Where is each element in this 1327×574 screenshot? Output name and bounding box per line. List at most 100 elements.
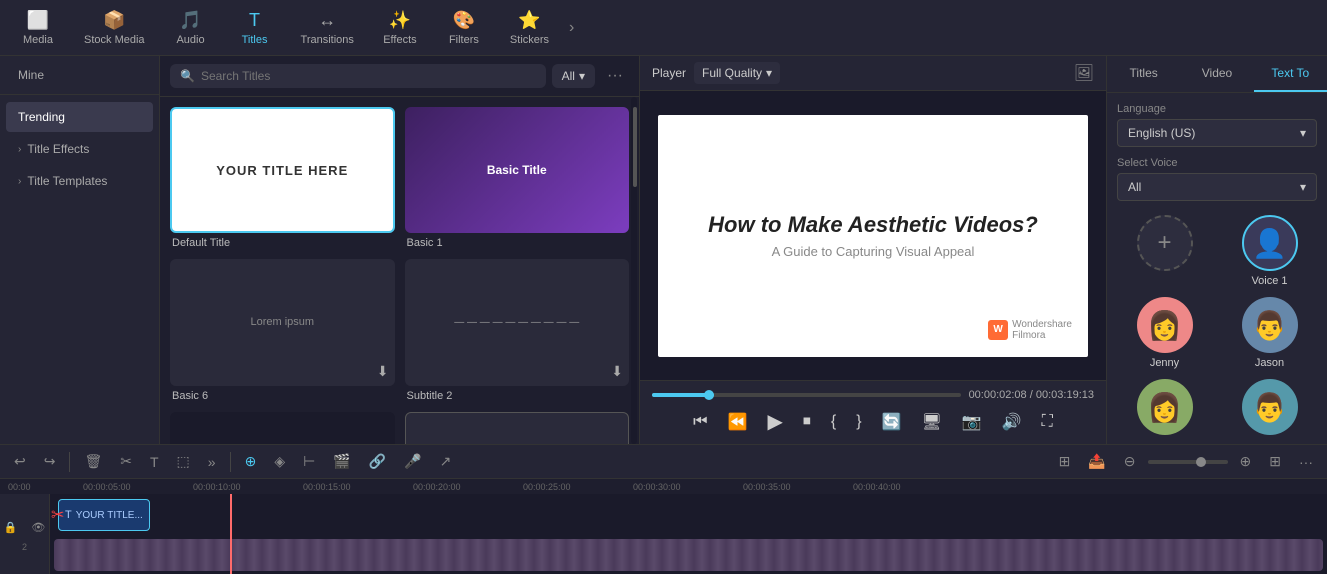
tab-titles[interactable]: Titles — [1107, 56, 1180, 92]
link-button[interactable]: 🔗 — [363, 449, 392, 474]
track-eye-button[interactable]: 👁 — [25, 517, 51, 538]
tool-effects[interactable]: ✨ Effects — [370, 6, 430, 50]
grid-view-button[interactable]: ⊞ — [1263, 449, 1287, 474]
playhead[interactable] — [230, 494, 232, 574]
voice-card-v4[interactable]: 👨 — [1222, 379, 1317, 439]
player-header-icons: 🖼 — [1074, 63, 1094, 83]
title-card-default[interactable]: YOUR TITLE HERE Default Title — [170, 107, 395, 249]
transitions-icon: ↔ — [318, 10, 336, 31]
zoom-in-button[interactable]: ⊕ — [1234, 449, 1258, 474]
filters-label: Filters — [449, 34, 479, 46]
sidebar-item-trending[interactable]: Trending — [6, 102, 153, 132]
scene-detect-button[interactable]: ⊞ — [1053, 449, 1077, 474]
tool-audio[interactable]: 🎵 Audio — [161, 6, 221, 50]
left-panel-items: Trending › Title Effects › Title Templat… — [0, 95, 159, 203]
title-effects-label: Title Effects — [27, 142, 89, 156]
sidebar-item-title-effects[interactable]: › Title Effects — [6, 134, 153, 164]
basic1-thumb-img: Basic Title — [405, 107, 630, 233]
voice-card-jenny[interactable]: 👩 Jenny — [1117, 297, 1212, 369]
filter-dropdown[interactable]: All ▾ — [552, 64, 595, 88]
media-icon: ⬜ — [27, 10, 49, 31]
effects-label: Effects — [383, 34, 416, 46]
redo-button[interactable]: ↪ — [38, 449, 62, 474]
zoom-out-button[interactable]: ⊖ — [1118, 449, 1142, 474]
tool-filters[interactable]: 🎨 Filters — [434, 6, 494, 50]
mark-out-button[interactable]: } — [854, 411, 863, 433]
tool-titles[interactable]: T Titles — [225, 6, 285, 50]
voice1-name: Voice 1 — [1251, 275, 1287, 287]
expand-toolbar-icon[interactable]: › — [569, 19, 574, 37]
sidebar-item-title-templates[interactable]: › Title Templates — [6, 166, 153, 196]
titles-icon: T — [249, 10, 260, 31]
title-thumb-basic6: Lorem ipsum ⬇ — [170, 259, 395, 385]
mark-in-button[interactable]: { — [829, 411, 838, 433]
more-options-button[interactable]: ··· — [1293, 450, 1319, 474]
fullscreen-button[interactable]: ⛶ — [1040, 411, 1055, 433]
split-button[interactable]: ⊢ — [297, 449, 321, 474]
voice-card-jason[interactable]: 👨 Jason — [1222, 297, 1317, 369]
mine-button[interactable]: Mine — [10, 64, 52, 86]
more-tools-button[interactable]: » — [202, 450, 222, 474]
add-voice-card[interactable]: + — [1117, 215, 1212, 287]
quality-chevron-icon: ▾ — [766, 66, 772, 80]
right-tabs: Titles Video Text To — [1107, 56, 1327, 93]
image-icon[interactable]: 🖼 — [1074, 63, 1094, 83]
voice1-avatar: 👤 — [1242, 215, 1298, 271]
filmora-logo-icon: W — [988, 320, 1008, 340]
volume-button[interactable]: 🔊 — [1000, 410, 1024, 434]
mic-button[interactable]: 🎤 — [398, 449, 427, 474]
export-clip-button[interactable]: 📤 — [1082, 449, 1111, 474]
title-thumb-subtitle2: — — — — — — — — — — ⬇ — [405, 259, 630, 385]
tool-transitions[interactable]: ↔ Transitions — [289, 6, 366, 50]
quality-select[interactable]: Full Quality ▾ — [694, 62, 780, 84]
clip-icon-button[interactable]: 🎬 — [327, 449, 356, 474]
title-card-art[interactable]: ART Art — [170, 412, 395, 444]
search-input-wrap[interactable]: 🔍 — [170, 64, 546, 88]
progress-track[interactable] — [652, 393, 961, 397]
player-panel: Player Full Quality ▾ 🖼 How to Make Aest… — [640, 56, 1107, 444]
snap-button[interactable]: ⊕ — [239, 449, 263, 474]
track-lock-button[interactable]: 🔒 — [0, 517, 23, 538]
rewind-button[interactable]: ⏮ — [691, 411, 709, 433]
jason-avatar: 👨 — [1242, 297, 1298, 353]
tool-media[interactable]: ⬜ Media — [8, 6, 68, 50]
scrollbar-thumb[interactable] — [633, 107, 637, 187]
v4-avatar: 👨 — [1242, 379, 1298, 435]
delete-button[interactable]: 🗑 — [78, 449, 108, 474]
title-card-lorem[interactable]: Lorem Ipsum Lorem Ipsum — [405, 412, 630, 444]
more-button[interactable]: ··· — [601, 65, 629, 87]
monitor-button[interactable]: 🖥 — [919, 410, 943, 434]
voice-card-v3[interactable]: 👩 — [1117, 379, 1212, 439]
language-select[interactable]: English (US) ▾ — [1117, 119, 1317, 147]
tool-stock-media[interactable]: 📦 Stock Media — [72, 6, 157, 50]
search-input[interactable] — [201, 69, 536, 83]
titles-grid: YOUR TITLE HERE Default Title Basic Titl… — [160, 97, 639, 444]
extract-button[interactable]: ↗ — [434, 449, 458, 474]
title-card-subtitle2[interactable]: — — — — — — — — — — ⬇ Subtitle 2 — [405, 259, 630, 401]
tool-stickers[interactable]: ⭐ Stickers — [498, 6, 561, 50]
speed-button[interactable]: 🔄 — [880, 410, 904, 434]
title-clip[interactable]: T ✂ YOUR TITLE... — [58, 499, 150, 531]
step-back-button[interactable]: ⏪ — [726, 410, 750, 434]
zoom-track[interactable] — [1148, 460, 1228, 464]
camera-button[interactable]: 📷 — [960, 410, 984, 434]
track-control-row: 🔒 👁 — [6, 517, 43, 538]
ruler-mark-5: 00:00:25:00 — [523, 482, 633, 492]
timeline-tracks-container: 🔒 👁 2 T ✂ YOUR TITLE... — [0, 494, 1327, 574]
stop-button[interactable]: ⏹ — [801, 411, 813, 433]
keyframe-button[interactable]: ◈ — [268, 449, 291, 474]
voice-filter-select[interactable]: All ▾ — [1117, 173, 1317, 201]
cut-button[interactable]: ✂ — [114, 449, 138, 474]
undo-button[interactable]: ↩ — [8, 449, 32, 474]
tab-text-to[interactable]: Text To — [1254, 56, 1327, 92]
play-button[interactable]: ▶ — [765, 407, 784, 436]
language-section: Language English (US) ▾ — [1117, 103, 1317, 147]
add-voice-button[interactable]: + — [1137, 215, 1193, 271]
video-thumb-track[interactable] — [54, 539, 1323, 571]
crop-button[interactable]: ⬚ — [171, 449, 196, 474]
title-card-basic6[interactable]: Lorem ipsum ⬇ Basic 6 — [170, 259, 395, 401]
title-card-basic1[interactable]: Basic Title Basic 1 — [405, 107, 630, 249]
tab-video[interactable]: Video — [1180, 56, 1253, 92]
text-button[interactable]: T — [144, 450, 165, 474]
voice-card-voice1[interactable]: 👤 Voice 1 — [1222, 215, 1317, 287]
